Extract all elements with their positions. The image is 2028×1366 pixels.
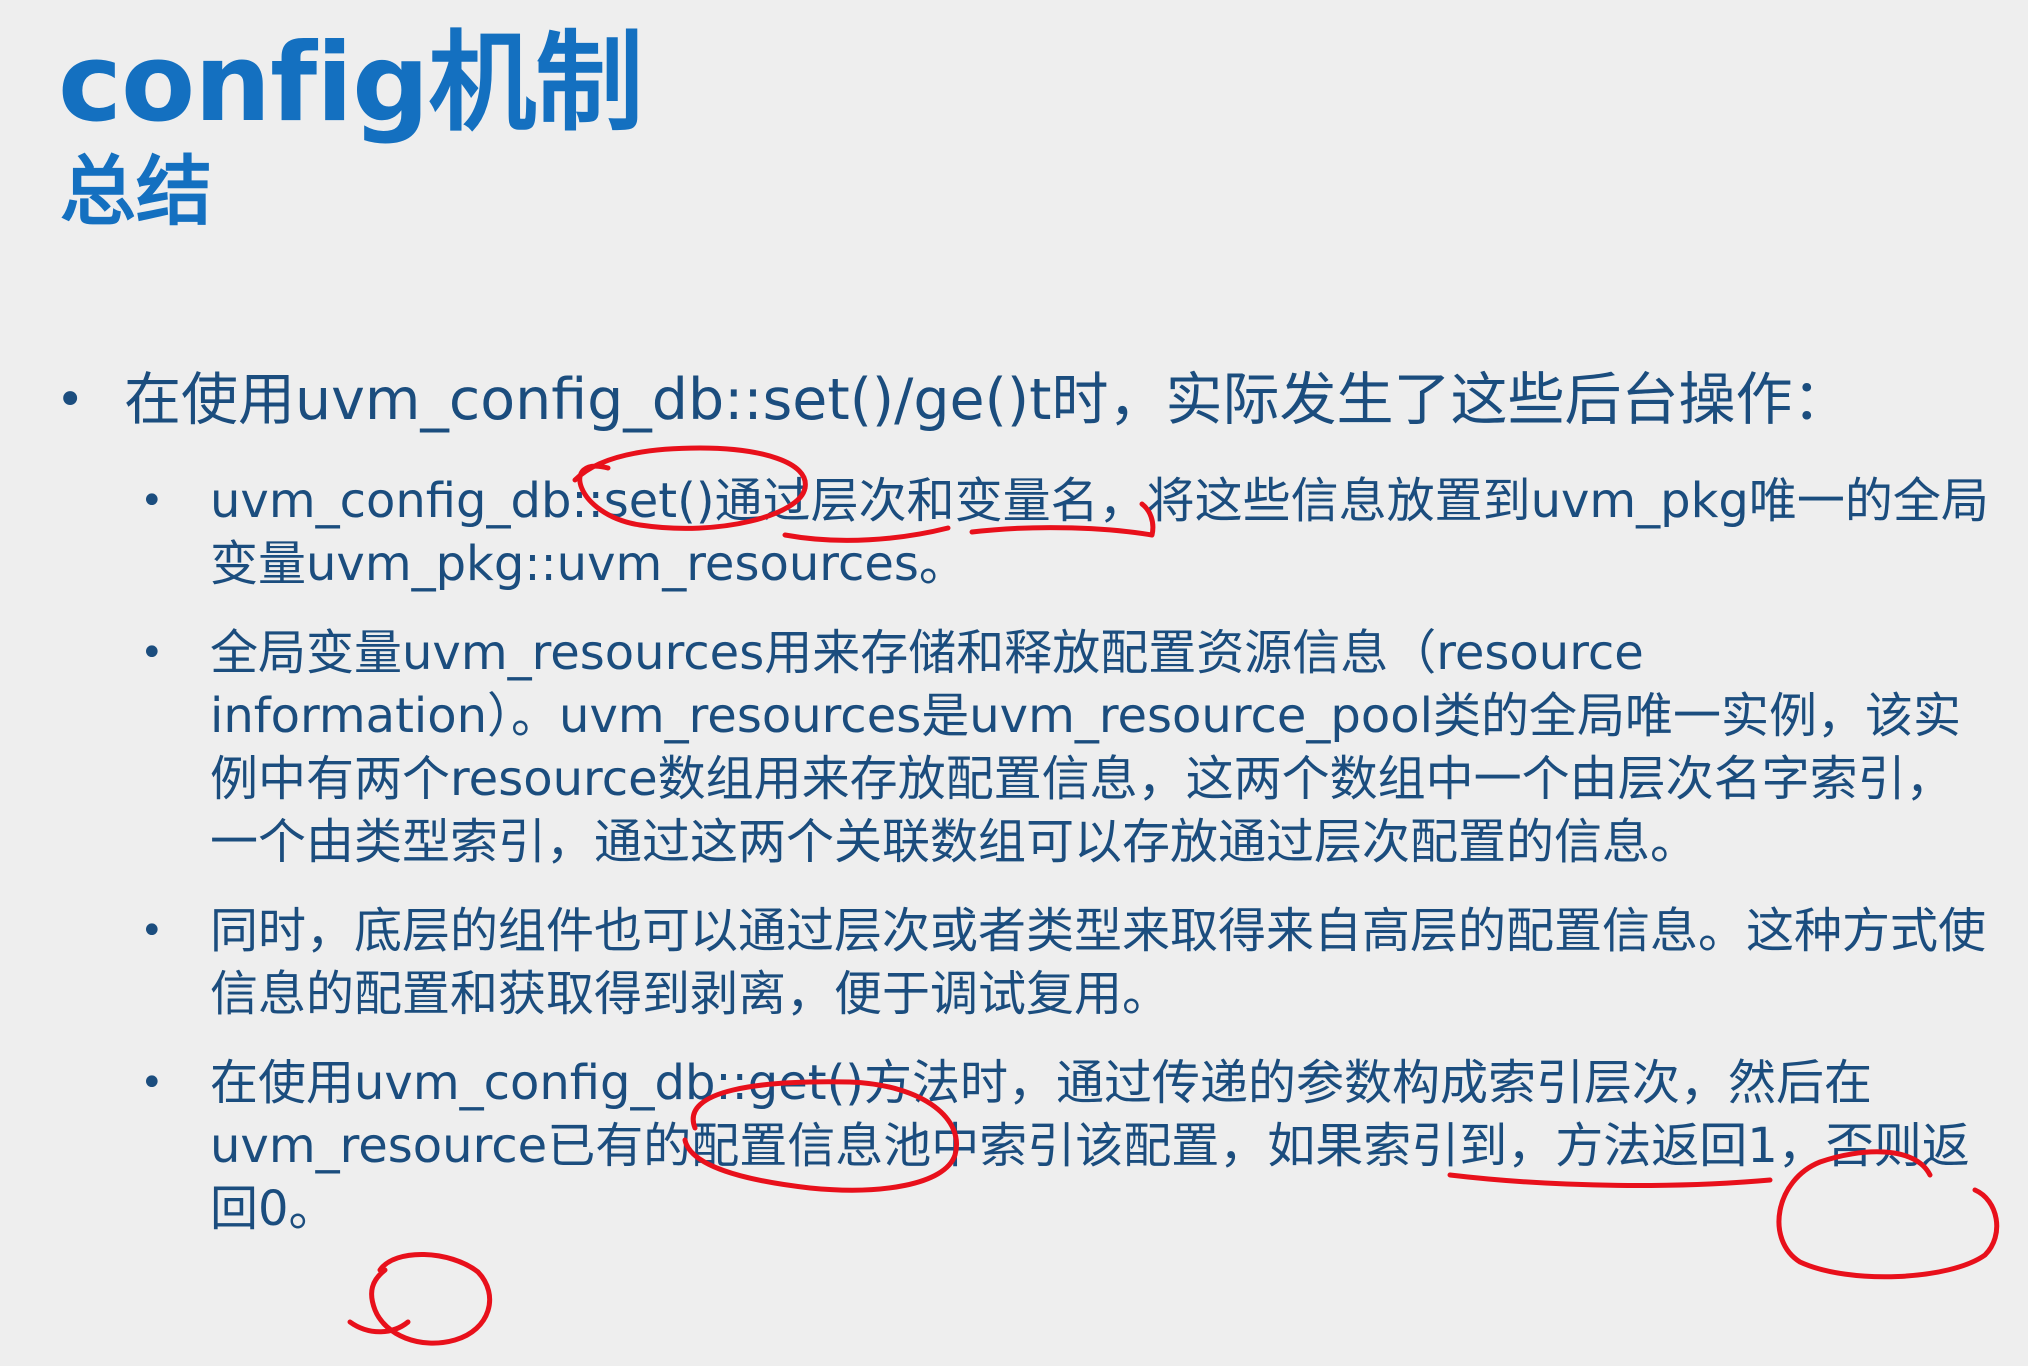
- sub-bullet-item: • 在使用uvm_config_db::get()方法时，通过传递的参数构成索引…: [140, 1052, 1995, 1241]
- sub-bullet-text: 在使用uvm_config_db::get()方法时，通过传递的参数构成索引层次…: [210, 1055, 1970, 1237]
- sub-bullet-item: • 全局变量uvm_resources用来存储和释放配置资源信息（resourc…: [140, 622, 1995, 874]
- bullet-icon: •: [140, 478, 164, 524]
- bullet-icon: •: [56, 372, 85, 428]
- bullet-icon: •: [140, 1060, 164, 1106]
- slide-subtitle: 总结: [60, 147, 212, 236]
- bullet-icon: •: [140, 630, 164, 676]
- slide-title: config机制: [58, 21, 643, 146]
- sub-bullet-text: 同时，底层的组件也可以通过层次或者类型来取得来自高层的配置信息。这种方式使信息的…: [210, 903, 1987, 1022]
- circle-return0-annotation: [369, 1252, 493, 1346]
- sub-bullet-item: • 同时，底层的组件也可以通过层次或者类型来取得来自高层的配置信息。这种方式使信…: [140, 900, 1995, 1026]
- main-bullet-text: 在使用uvm_config_db::set()/ge()t时，实际发生了这些后台…: [124, 367, 1850, 433]
- bullet-icon: •: [140, 908, 164, 954]
- sub-bullet-list: • uvm_config_db::set()通过层次和变量名，将这些信息放置到u…: [140, 470, 1995, 1267]
- underline-return0-annotation: [347, 1319, 411, 1335]
- sub-bullet-text: uvm_config_db::set()通过层次和变量名，将这些信息放置到uvm…: [210, 473, 1989, 592]
- sub-bullet-text: 全局变量uvm_resources用来存储和释放配置资源信息（resource …: [210, 625, 1961, 870]
- slide: config机制 总结 • 在使用uvm_config_db::set()/ge…: [0, 0, 2028, 1366]
- main-bullet: • 在使用uvm_config_db::set()/ge()t时，实际发生了这些…: [56, 366, 2016, 436]
- sub-bullet-item: • uvm_config_db::set()通过层次和变量名，将这些信息放置到u…: [140, 470, 1995, 596]
